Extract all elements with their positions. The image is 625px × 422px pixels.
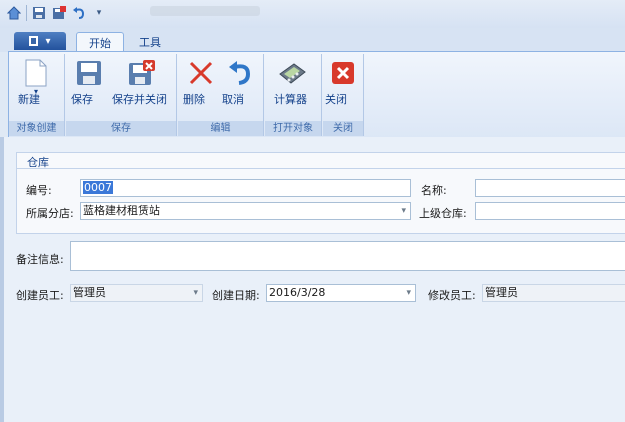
group-save: 保存 保存并关闭 保存	[66, 54, 177, 136]
new-document-icon	[22, 59, 50, 87]
group-label-edit: 编辑	[178, 121, 263, 136]
group-close: 关闭 关闭	[323, 54, 364, 136]
remark-label: 备注信息:	[16, 253, 64, 266]
creator-value: 管理员	[73, 286, 106, 299]
code-field[interactable]: 0007	[80, 179, 411, 197]
remark-field[interactable]	[70, 241, 625, 271]
code-value: 0007	[83, 181, 113, 194]
parent-warehouse-label: 上级仓库:	[419, 207, 467, 220]
group-label-close: 关闭	[323, 121, 363, 136]
save-icon[interactable]	[31, 5, 47, 21]
calculator-icon	[278, 59, 306, 87]
modifier-field[interactable]: 管理员	[482, 284, 625, 302]
save-close-icon[interactable]	[51, 5, 67, 21]
window-title	[150, 6, 260, 16]
home-icon[interactable]	[6, 5, 22, 21]
group-label-save: 保存	[66, 121, 176, 136]
group-label-create: 对象创建	[9, 121, 64, 136]
quick-access-toolbar: ▾	[6, 2, 107, 24]
group-edit: 删除 取消 编辑	[178, 54, 264, 136]
customize-quick-access-icon[interactable]: ▾	[91, 5, 107, 21]
code-label: 编号:	[26, 184, 52, 197]
tab-home[interactable]: 开始	[76, 32, 124, 53]
modifier-label: 修改员工:	[428, 289, 476, 302]
calculator-button[interactable]: 计算器	[274, 56, 310, 118]
tab-tools[interactable]: 工具	[128, 32, 172, 52]
cancel-button[interactable]: 取消	[222, 56, 258, 118]
application-menu-icon	[29, 36, 39, 46]
new-button[interactable]: 新建 ▾	[18, 56, 54, 118]
creator-select[interactable]: 管理员	[70, 284, 203, 302]
branch-value: 蓝格建材租赁站	[83, 204, 160, 217]
created-date-value: 2016/3/28	[269, 286, 326, 299]
panel-divider	[17, 168, 625, 169]
ribbon: 新建 ▾ 对象创建 保存 保存并关闭 保存 删除 取消 编辑 计算器 打开对象 …	[8, 51, 625, 139]
delete-icon	[187, 59, 215, 87]
branch-label: 所属分店:	[26, 207, 74, 220]
save-and-close-button[interactable]: 保存并关闭	[112, 56, 172, 118]
undo-icon[interactable]	[71, 5, 87, 21]
close-button[interactable]: 关闭	[325, 56, 361, 118]
delete-button[interactable]: 删除	[183, 56, 219, 118]
name-label: 名称:	[421, 184, 447, 197]
save-button[interactable]: 保存	[71, 56, 107, 118]
name-field[interactable]	[475, 179, 625, 197]
save-close-icon	[128, 59, 156, 87]
save-icon	[75, 59, 103, 87]
undo-icon	[226, 59, 254, 87]
application-menu-button[interactable]: ▾	[14, 32, 66, 50]
creator-label: 创建员工:	[16, 289, 64, 302]
group-label-open: 打开对象	[265, 121, 321, 136]
group-create: 新建 ▾ 对象创建	[9, 54, 65, 136]
branch-select[interactable]: 蓝格建材租赁站	[80, 202, 411, 220]
parent-warehouse-field[interactable]	[475, 202, 625, 220]
left-edge	[0, 137, 4, 422]
close-icon	[329, 59, 357, 87]
created-date-picker[interactable]: 2016/3/28	[266, 284, 416, 302]
title-bar: ▾	[0, 0, 625, 28]
created-date-label: 创建日期:	[212, 289, 260, 302]
ribbon-tab-row: ▾ 开始 工具	[0, 28, 625, 53]
group-open: 计算器 打开对象	[265, 54, 322, 136]
